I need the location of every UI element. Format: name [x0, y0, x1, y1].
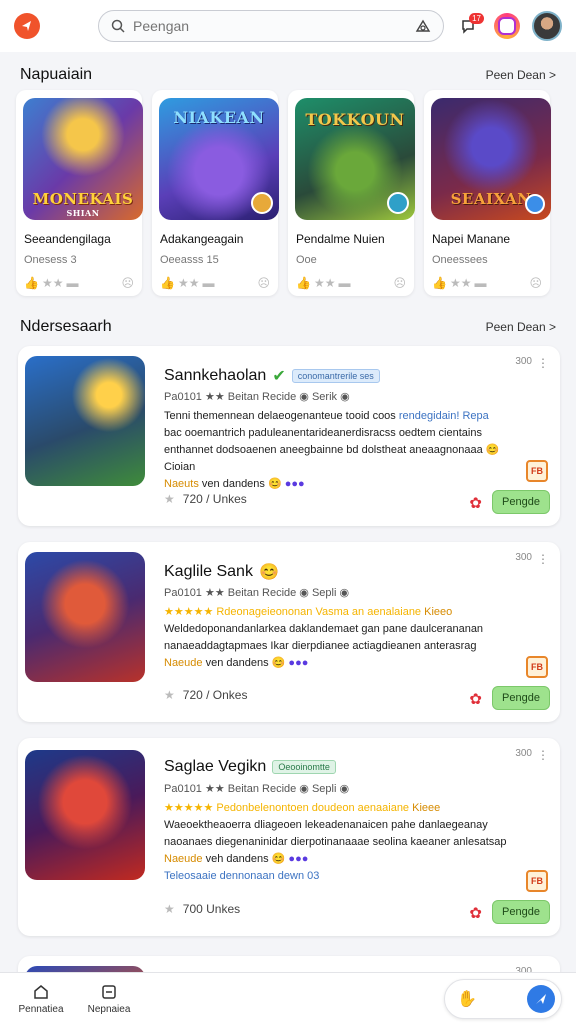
game-description: ★★★★★ Rdeonageieononan Vasma an aenalaia… — [164, 606, 484, 669]
thumb-icon: 👍 — [432, 276, 447, 290]
nav-item-library[interactable]: Nepnaiea — [74, 983, 144, 1015]
bottom-nav: Pennatiea Nepnaiea ✋ — [0, 972, 576, 1024]
featured-card[interactable]: NIAKEAN Adakangeagain Oeeasss 15 👍 ★★ ▬ ☹ — [152, 90, 279, 296]
file-size: 300 — [515, 748, 532, 759]
featured-card[interactable]: MONEKAIS SHIAN Seeandengilaga Onesess 3 … — [16, 90, 143, 296]
heart-icon[interactable]: ✿ — [469, 494, 482, 512]
nav-label: Nepnaiea — [87, 1004, 131, 1015]
game-art — [25, 356, 145, 486]
emoji-icon: ☹ — [121, 276, 134, 290]
art-title: NIAKEAN — [173, 108, 265, 127]
emoji-icon: ☹ — [393, 276, 406, 290]
list-item[interactable]: Saglae Vegikn Oeooinomtte 300 ⋮ Pa0101 ★★… — [18, 738, 560, 936]
rating: ★ 720 / Onkes — [164, 688, 248, 702]
file-size: 300 — [515, 356, 532, 367]
see-all-link[interactable]: Peen Dean > — [486, 320, 556, 334]
game-title: Sannkehaolan ✔ conomantrerile ses — [164, 366, 380, 386]
hand-icon[interactable]: ✋ — [457, 989, 477, 1009]
thumb-icon: 👍 — [160, 276, 175, 290]
developer-line: Pa0101 ★★ Beitan Recide ◉ Serik ◉ — [164, 391, 350, 403]
list-item[interactable]: Kaglile Sank 😊 300 ⋮ Pa0101 ★★ Beitan Rec… — [18, 542, 560, 722]
game-art: SEAIXAN — [431, 98, 551, 220]
file-size: 300 — [515, 552, 532, 563]
badge-icon — [387, 192, 409, 214]
card-meta: 👍 ★★ ▬ ☹ — [432, 276, 542, 290]
game-art: MONEKAIS SHIAN — [23, 98, 143, 220]
game-art: NIAKEAN — [159, 98, 279, 220]
badge-icon — [251, 192, 273, 214]
card-meta: 👍 ★★ ▬ ☹ — [24, 276, 134, 290]
top-bar: 17 — [0, 0, 576, 52]
nav-label: Pennatiea — [18, 1004, 64, 1015]
tag-badge: Oeooinomtte — [272, 760, 336, 774]
send-button[interactable] — [527, 985, 555, 1013]
heart-icon[interactable]: ✿ — [469, 690, 482, 708]
search-bar[interactable] — [98, 10, 444, 42]
send-icon — [536, 994, 546, 1004]
game-description: Tenni themennean delaeogenanteue tooid c… — [164, 410, 500, 490]
install-button[interactable]: Pengde — [492, 900, 550, 924]
see-all-link[interactable]: Peen Dean > — [486, 68, 556, 82]
action-pill[interactable]: ✋ — [444, 979, 562, 1019]
art-title: MONEKAIS — [32, 190, 134, 208]
more-icon[interactable]: ⋮ — [537, 356, 549, 370]
game-sub: Ooe — [296, 254, 317, 266]
game-sub: Onesess 3 — [24, 254, 77, 266]
notification-icon — [498, 17, 516, 35]
install-button[interactable]: Pengde — [492, 490, 550, 514]
game-art — [25, 552, 145, 682]
game-name: Napei Manane — [432, 232, 511, 246]
rating: ★ 700 Unkes — [164, 902, 241, 916]
home-icon — [34, 985, 48, 999]
voice-icon[interactable] — [415, 18, 431, 34]
section-title: Napuaiain — [20, 66, 93, 83]
notifications-button[interactable] — [494, 13, 520, 39]
featured-section-header: Napuaiain Peen Dean > — [20, 66, 556, 84]
thumb-icon: 👍 — [296, 276, 311, 290]
art-title: TOKKOUN — [305, 110, 405, 129]
search-input[interactable] — [133, 18, 407, 34]
list-item[interactable]: Sannkehaolan ✔ conomantrerile ses 300 ⋮ Pa… — [18, 346, 560, 526]
thumb-icon: 👍 — [24, 276, 39, 290]
app-logo[interactable] — [14, 13, 40, 39]
emoji-icon: ☹ — [257, 276, 270, 290]
more-icon[interactable]: ⋮ — [537, 552, 549, 566]
library-icon — [102, 985, 116, 999]
game-name: Adakangeagain — [160, 232, 244, 246]
game-sub: Oneessees — [432, 254, 488, 266]
developer-line: Pa0101 ★★ Beitan Recide ◉ Sepli ◉ — [164, 783, 350, 795]
featured-card[interactable]: SEAIXAN Napei Manane Oneessees 👍 ★★ ▬ ☹ — [424, 90, 551, 296]
emoji-icon: ☹ — [529, 276, 542, 290]
featured-card[interactable]: TOKKOUN Pendalme Nuien Ooe 👍 ★★ ▬ ☹ — [288, 90, 415, 296]
event-badge-icon: FB — [526, 656, 548, 678]
event-badge-icon: FB — [526, 460, 548, 482]
section-title: Ndersesaarh — [20, 318, 112, 335]
game-art — [25, 750, 145, 880]
message-badge: 17 — [469, 13, 484, 24]
heart-icon[interactable]: ✿ — [469, 904, 482, 922]
featured-carousel[interactable]: MONEKAIS SHIAN Seeandengilaga Onesess 3 … — [16, 90, 576, 296]
tag-badge: conomantrerile ses — [291, 369, 380, 383]
developer-line: Pa0101 ★★ Beitan Recide ◉ Sepli ◉ — [164, 587, 350, 599]
game-sub: Oeeasss 15 — [160, 254, 219, 266]
card-meta: 👍 ★★ ▬ ☹ — [296, 276, 406, 290]
art-subtitle: SHIAN — [66, 208, 100, 218]
list-section-header: Ndersesaarh Peen Dean > — [20, 318, 556, 336]
more-icon[interactable]: ⋮ — [537, 748, 549, 762]
game-name: Pendalme Nuien — [296, 232, 385, 246]
card-meta: 👍 ★★ ▬ ☹ — [160, 276, 270, 290]
game-description: ★★★★★ Pedonbelenontoen doudeon aenaaiane… — [164, 802, 507, 882]
game-title: Kaglile Sank 😊 — [164, 563, 279, 581]
search-icon — [111, 19, 125, 33]
nav-item-home[interactable]: Pennatiea — [6, 983, 76, 1015]
avatar[interactable] — [532, 11, 562, 41]
install-button[interactable]: Pengde — [492, 686, 550, 710]
event-badge-icon: FB — [526, 870, 548, 892]
messages-button[interactable]: 17 — [456, 13, 484, 39]
game-title: Saglae Vegikn Oeooinomtte — [164, 758, 336, 776]
badge-icon — [525, 194, 545, 214]
game-name: Seeandengilaga — [24, 232, 111, 246]
rating: ★ 720 / Unkes — [164, 492, 247, 506]
game-art: TOKKOUN — [295, 98, 415, 220]
